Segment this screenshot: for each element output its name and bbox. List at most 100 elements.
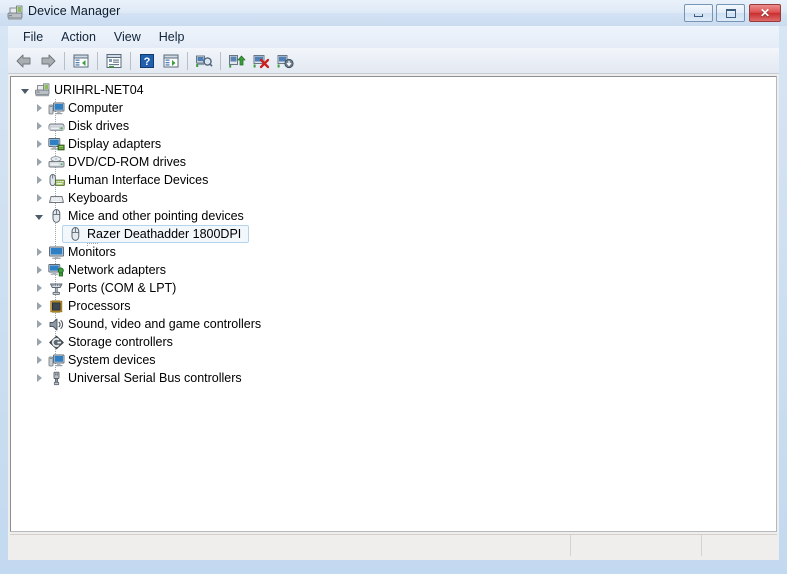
tree-node-keyboards[interactable]: Keyboards: [11, 189, 776, 207]
tree-node-label: Storage controllers: [68, 335, 177, 349]
expander-collapsed-icon[interactable]: [31, 135, 47, 153]
uninstall-device-icon: [276, 53, 294, 69]
tree-node-network-adapters[interactable]: Network adapters: [11, 261, 776, 279]
selected-item-box: Razer Deathadder 1800DPI: [62, 225, 249, 243]
tree-node-label: DVD/CD-ROM drives: [68, 155, 190, 169]
client-area: File Action View Help: [8, 26, 779, 560]
properties-button[interactable]: [102, 50, 126, 72]
menu-item-action[interactable]: Action: [52, 28, 105, 46]
forward-button[interactable]: [36, 50, 60, 72]
tree-node-system-devices[interactable]: System devices: [11, 351, 776, 369]
status-text-middle: [571, 535, 701, 541]
properties-icon: [105, 53, 123, 69]
processor-icon: [47, 298, 65, 314]
expander-collapsed-icon[interactable]: [31, 369, 47, 387]
expander-collapsed-icon[interactable]: [31, 117, 47, 135]
expander-collapsed-icon[interactable]: [31, 243, 47, 261]
tree-node-disk-drives[interactable]: Disk drives: [11, 117, 776, 135]
help-question-icon: ?: [138, 53, 156, 69]
expander-collapsed-icon[interactable]: [31, 297, 47, 315]
tree-node-ports-com-lpt[interactable]: Ports (COM & LPT): [11, 279, 776, 297]
device-manager-icon: [6, 5, 24, 21]
tree-node-monitors[interactable]: Monitors: [11, 243, 776, 261]
window-frame: Device Manager ✕ File Action View Help: [0, 0, 787, 574]
forward-arrow-icon: [39, 53, 57, 69]
tree-node-razer-deathadder-1800dpi[interactable]: Razer Deathadder 1800DPI: [11, 225, 776, 243]
expander-expanded-icon[interactable]: [31, 207, 47, 225]
scan-view-button[interactable]: [159, 50, 183, 72]
mouse-icon: [47, 208, 65, 224]
tree-node-sound-video-and-game-controllers[interactable]: Sound, video and game controllers: [11, 315, 776, 333]
scan-hardware-icon: [195, 53, 213, 69]
tree-node-label: Display adapters: [68, 137, 165, 151]
tree-node-mice-and-other-pointing-devices[interactable]: Mice and other pointing devices: [11, 207, 776, 225]
disk-drive-icon: [47, 118, 65, 134]
uninstall-device-button[interactable]: [273, 50, 297, 72]
toolbar-separator: [220, 52, 221, 70]
tree-node-label: System devices: [68, 353, 160, 367]
tree-node-label: Human Interface Devices: [68, 173, 212, 187]
device-tree-panel[interactable]: URIHRL-NET04: [10, 76, 777, 532]
window-title: Device Manager: [28, 4, 120, 18]
status-text-main: [10, 535, 570, 541]
dvd-drive-icon: [47, 154, 65, 170]
tree-node-label: Mice and other pointing devices: [68, 209, 248, 223]
menu-bar: File Action View Help: [8, 26, 779, 48]
tree-node-universal-serial-bus-controllers[interactable]: Universal Serial Bus controllers: [11, 369, 776, 387]
expander-collapsed-icon[interactable]: [31, 279, 47, 297]
status-text-end: [702, 535, 777, 541]
expander-collapsed-icon[interactable]: [31, 261, 47, 279]
display-adapter-icon: [47, 136, 65, 152]
tree-node-dvd-cd-rom-drives[interactable]: DVD/CD-ROM drives: [11, 153, 776, 171]
tree-node-label: URIHRL-NET04: [54, 83, 148, 97]
disable-device-icon: [252, 53, 270, 69]
svg-text:?: ?: [144, 56, 151, 68]
show-hide-console-tree-button[interactable]: [69, 50, 93, 72]
tree-node-processors[interactable]: Processors: [11, 297, 776, 315]
tree-node-display-adapters[interactable]: Display adapters: [11, 135, 776, 153]
help-button[interactable]: ?: [135, 50, 159, 72]
hid-icon: [47, 172, 65, 188]
storage-controller-icon: [47, 334, 65, 350]
tree-node-storage-controllers[interactable]: Storage controllers: [11, 333, 776, 351]
tree-node-label: Processors: [68, 299, 135, 313]
tree-node-root[interactable]: URIHRL-NET04: [11, 81, 776, 99]
system-device-icon: [47, 352, 65, 368]
status-pane-end: [702, 535, 777, 556]
maximize-button[interactable]: [716, 4, 745, 22]
menu-item-file[interactable]: File: [14, 28, 52, 46]
menu-item-view[interactable]: View: [105, 28, 150, 46]
update-driver-button[interactable]: [225, 50, 249, 72]
expander-collapsed-icon[interactable]: [31, 153, 47, 171]
minimize-icon: [685, 5, 712, 21]
tree-node-label: Disk drives: [68, 119, 133, 133]
expander-collapsed-icon[interactable]: [31, 171, 47, 189]
tree-node-human-interface-devices[interactable]: Human Interface Devices: [11, 171, 776, 189]
expander-collapsed-icon[interactable]: [31, 99, 47, 117]
tree-node-computer[interactable]: Computer: [11, 99, 776, 117]
mouse-icon: [66, 226, 84, 242]
scan-for-hardware-changes-button[interactable]: [192, 50, 216, 72]
close-button[interactable]: ✕: [749, 4, 781, 22]
close-icon: ✕: [750, 5, 780, 21]
sound-controller-icon: [47, 316, 65, 332]
tree-node-label: Razer Deathadder 1800DPI: [87, 227, 245, 241]
tree-node-label: Network adapters: [68, 263, 170, 277]
expander-collapsed-icon[interactable]: [31, 315, 47, 333]
expander-expanded-icon[interactable]: [17, 81, 33, 99]
disable-device-button[interactable]: [249, 50, 273, 72]
device-tree: URIHRL-NET04: [11, 77, 776, 387]
minimize-button[interactable]: [684, 4, 713, 22]
keyboard-icon: [47, 190, 65, 206]
title-bar[interactable]: Device Manager ✕: [0, 0, 787, 26]
back-button[interactable]: [12, 50, 36, 72]
expander-collapsed-icon[interactable]: [31, 189, 47, 207]
expander-collapsed-icon[interactable]: [31, 351, 47, 369]
menu-item-help[interactable]: Help: [150, 28, 194, 46]
computer-root-icon: [33, 82, 51, 98]
status-pane-middle: [571, 535, 702, 556]
expander-collapsed-icon[interactable]: [31, 333, 47, 351]
update-driver-icon: [228, 53, 246, 69]
tree-node-label: Sound, video and game controllers: [68, 317, 265, 331]
status-bar: [10, 534, 777, 556]
